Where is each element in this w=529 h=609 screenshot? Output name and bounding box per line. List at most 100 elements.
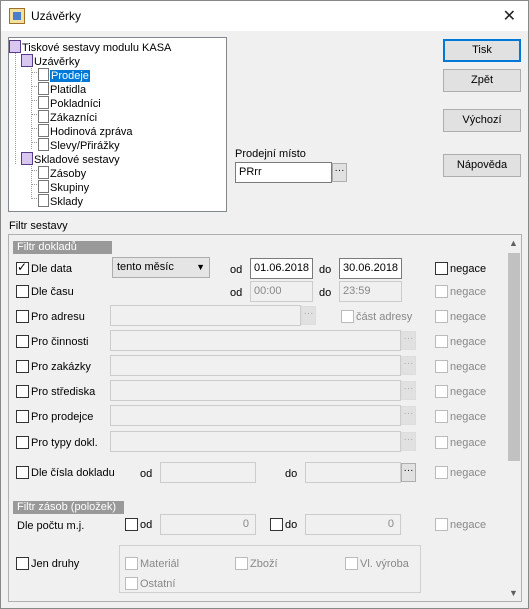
print-button[interactable]: Tisk <box>443 39 521 62</box>
doc-types-negation-label: negace <box>450 437 487 449</box>
order-checkbox[interactable] <box>16 360 29 373</box>
document-icon <box>38 110 49 123</box>
date-from-label: od <box>230 264 243 276</box>
sale-place-label: Prodejní místo <box>235 148 306 160</box>
order-negation-checkbox[interactable] <box>435 360 448 373</box>
tree-group-closings[interactable]: Uzávěrky <box>21 54 80 68</box>
window-title: Uzávěrky <box>31 9 82 23</box>
seller-checkbox[interactable] <box>16 410 29 423</box>
doc-types-input[interactable] <box>110 431 401 452</box>
qty-from-checkbox[interactable] <box>125 518 138 531</box>
scroll-down-icon[interactable]: ▼ <box>509 588 518 598</box>
own-production-label: Vl. výroba <box>360 558 409 570</box>
sale-place-browse-button[interactable]: ··· <box>332 163 347 182</box>
qty-to-label: do <box>285 519 298 531</box>
filter-panel[interactable]: Filtr dokladů Dle data tento měsíc▼ od 0… <box>8 234 522 602</box>
tree-item-cashiers[interactable]: Pokladníci <box>38 96 101 110</box>
report-tree[interactable]: Tiskové sestavy modulu KASA Uzávěrky Pro… <box>8 37 227 212</box>
time-to-input[interactable]: 23:59 <box>339 281 402 302</box>
tree-item-payments[interactable]: Platidla <box>38 82 86 96</box>
dialog-window: Uzávěrky ✕ Tiskové sestavy modulu KASA U… <box>0 0 529 609</box>
address-browse-button[interactable]: ··· <box>301 306 316 325</box>
doc-number-checkbox[interactable] <box>16 466 29 479</box>
back-button[interactable]: Zpět <box>443 69 521 92</box>
address-checkbox[interactable] <box>16 310 29 323</box>
address-part-checkbox[interactable] <box>341 310 354 323</box>
center-input[interactable] <box>110 380 401 401</box>
doc-types-browse-button[interactable]: ··· <box>401 432 416 451</box>
tree-group-stock[interactable]: Skladové sestavy <box>21 152 120 166</box>
doc-number-label: Dle čísla dokladu <box>31 467 115 479</box>
tree-item-discounts[interactable]: Slevy/Přirážky <box>38 138 120 152</box>
address-negation-checkbox[interactable] <box>435 310 448 323</box>
chevron-down-icon: ▼ <box>196 262 205 272</box>
order-browse-button[interactable]: ··· <box>401 356 416 375</box>
address-part-label: část adresy <box>356 311 413 323</box>
time-from-input[interactable]: 00:00 <box>250 281 313 302</box>
other-checkbox[interactable] <box>125 577 138 590</box>
qty-label: Dle počtu m.j. <box>17 520 85 532</box>
tree-item-customers[interactable]: Zákazníci <box>38 110 97 124</box>
qty-negation-checkbox[interactable] <box>435 518 448 531</box>
time-negation-label: negace <box>450 286 487 298</box>
center-negation-label: negace <box>450 386 487 398</box>
center-checkbox[interactable] <box>16 385 29 398</box>
close-icon[interactable]: ✕ <box>503 6 516 26</box>
title-bar: Uzávěrky ✕ <box>1 1 528 31</box>
doc-number-from-input[interactable] <box>160 462 256 483</box>
sale-place-input[interactable]: PRrr <box>235 162 332 183</box>
address-label: Pro adresu <box>31 311 85 323</box>
kinds-checkbox[interactable] <box>16 557 29 570</box>
date-to-input[interactable]: 30.06.2018 <box>339 258 402 279</box>
qty-negation-label: negace <box>450 519 487 531</box>
tree-item-sales[interactable]: Prodeje <box>38 68 90 82</box>
tree-item-stocks[interactable]: Zásoby <box>38 166 86 180</box>
by-date-checkbox[interactable] <box>16 260 29 275</box>
doc-number-browse-button[interactable]: ··· <box>401 463 416 482</box>
scroll-up-icon[interactable]: ▲ <box>509 238 518 248</box>
by-time-checkbox[interactable] <box>16 285 29 298</box>
tree-item-groups[interactable]: Skupiny <box>38 180 89 194</box>
doc-types-checkbox[interactable] <box>16 436 29 449</box>
qty-from-input[interactable]: 0 <box>160 514 256 535</box>
other-label: Ostatní <box>140 578 176 590</box>
seller-browse-button[interactable]: ··· <box>401 406 416 425</box>
date-negation-checkbox[interactable] <box>435 262 448 275</box>
goods-checkbox[interactable] <box>235 557 248 570</box>
doc-number-from-label: od <box>140 468 153 480</box>
doc-types-negation-checkbox[interactable] <box>435 436 448 449</box>
time-negation-checkbox[interactable] <box>435 285 448 298</box>
book-icon <box>21 54 33 67</box>
seller-input[interactable] <box>110 405 401 426</box>
qty-to-input[interactable]: 0 <box>305 514 401 535</box>
activity-negation-checkbox[interactable] <box>435 335 448 348</box>
book-icon <box>21 152 33 165</box>
tree-item-hourly[interactable]: Hodinová zpráva <box>38 124 133 138</box>
period-select[interactable]: tento měsíc ▼ <box>112 257 210 278</box>
time-from-label: od <box>230 287 243 299</box>
activity-browse-button[interactable]: ··· <box>401 331 416 350</box>
date-from-input[interactable]: 01.06.2018 <box>250 258 313 279</box>
activity-input[interactable] <box>110 330 401 351</box>
center-browse-button[interactable]: ··· <box>401 381 416 400</box>
filter-scrollbar[interactable]: ▲ ▼ <box>506 235 521 601</box>
seller-label: Pro prodejce <box>31 411 94 423</box>
center-negation-checkbox[interactable] <box>435 385 448 398</box>
tree-item-warehouses[interactable]: Sklady <box>38 194 83 208</box>
document-icon <box>38 180 49 193</box>
help-button[interactable]: Nápověda <box>443 154 521 177</box>
scroll-thumb[interactable] <box>508 253 520 461</box>
qty-to-checkbox[interactable] <box>270 518 283 531</box>
order-input[interactable] <box>110 355 401 376</box>
activity-checkbox[interactable] <box>16 335 29 348</box>
center-label: Pro střediska <box>31 386 96 398</box>
document-icon <box>38 124 49 137</box>
own-production-checkbox[interactable] <box>345 557 358 570</box>
tree-root[interactable]: Tiskové sestavy modulu KASA <box>9 40 171 54</box>
address-input[interactable] <box>110 305 301 326</box>
material-checkbox[interactable] <box>125 557 138 570</box>
doc-number-negation-checkbox[interactable] <box>435 466 448 479</box>
default-button[interactable]: Výchozí <box>443 109 521 132</box>
doc-number-to-input[interactable] <box>305 462 401 483</box>
seller-negation-checkbox[interactable] <box>435 410 448 423</box>
